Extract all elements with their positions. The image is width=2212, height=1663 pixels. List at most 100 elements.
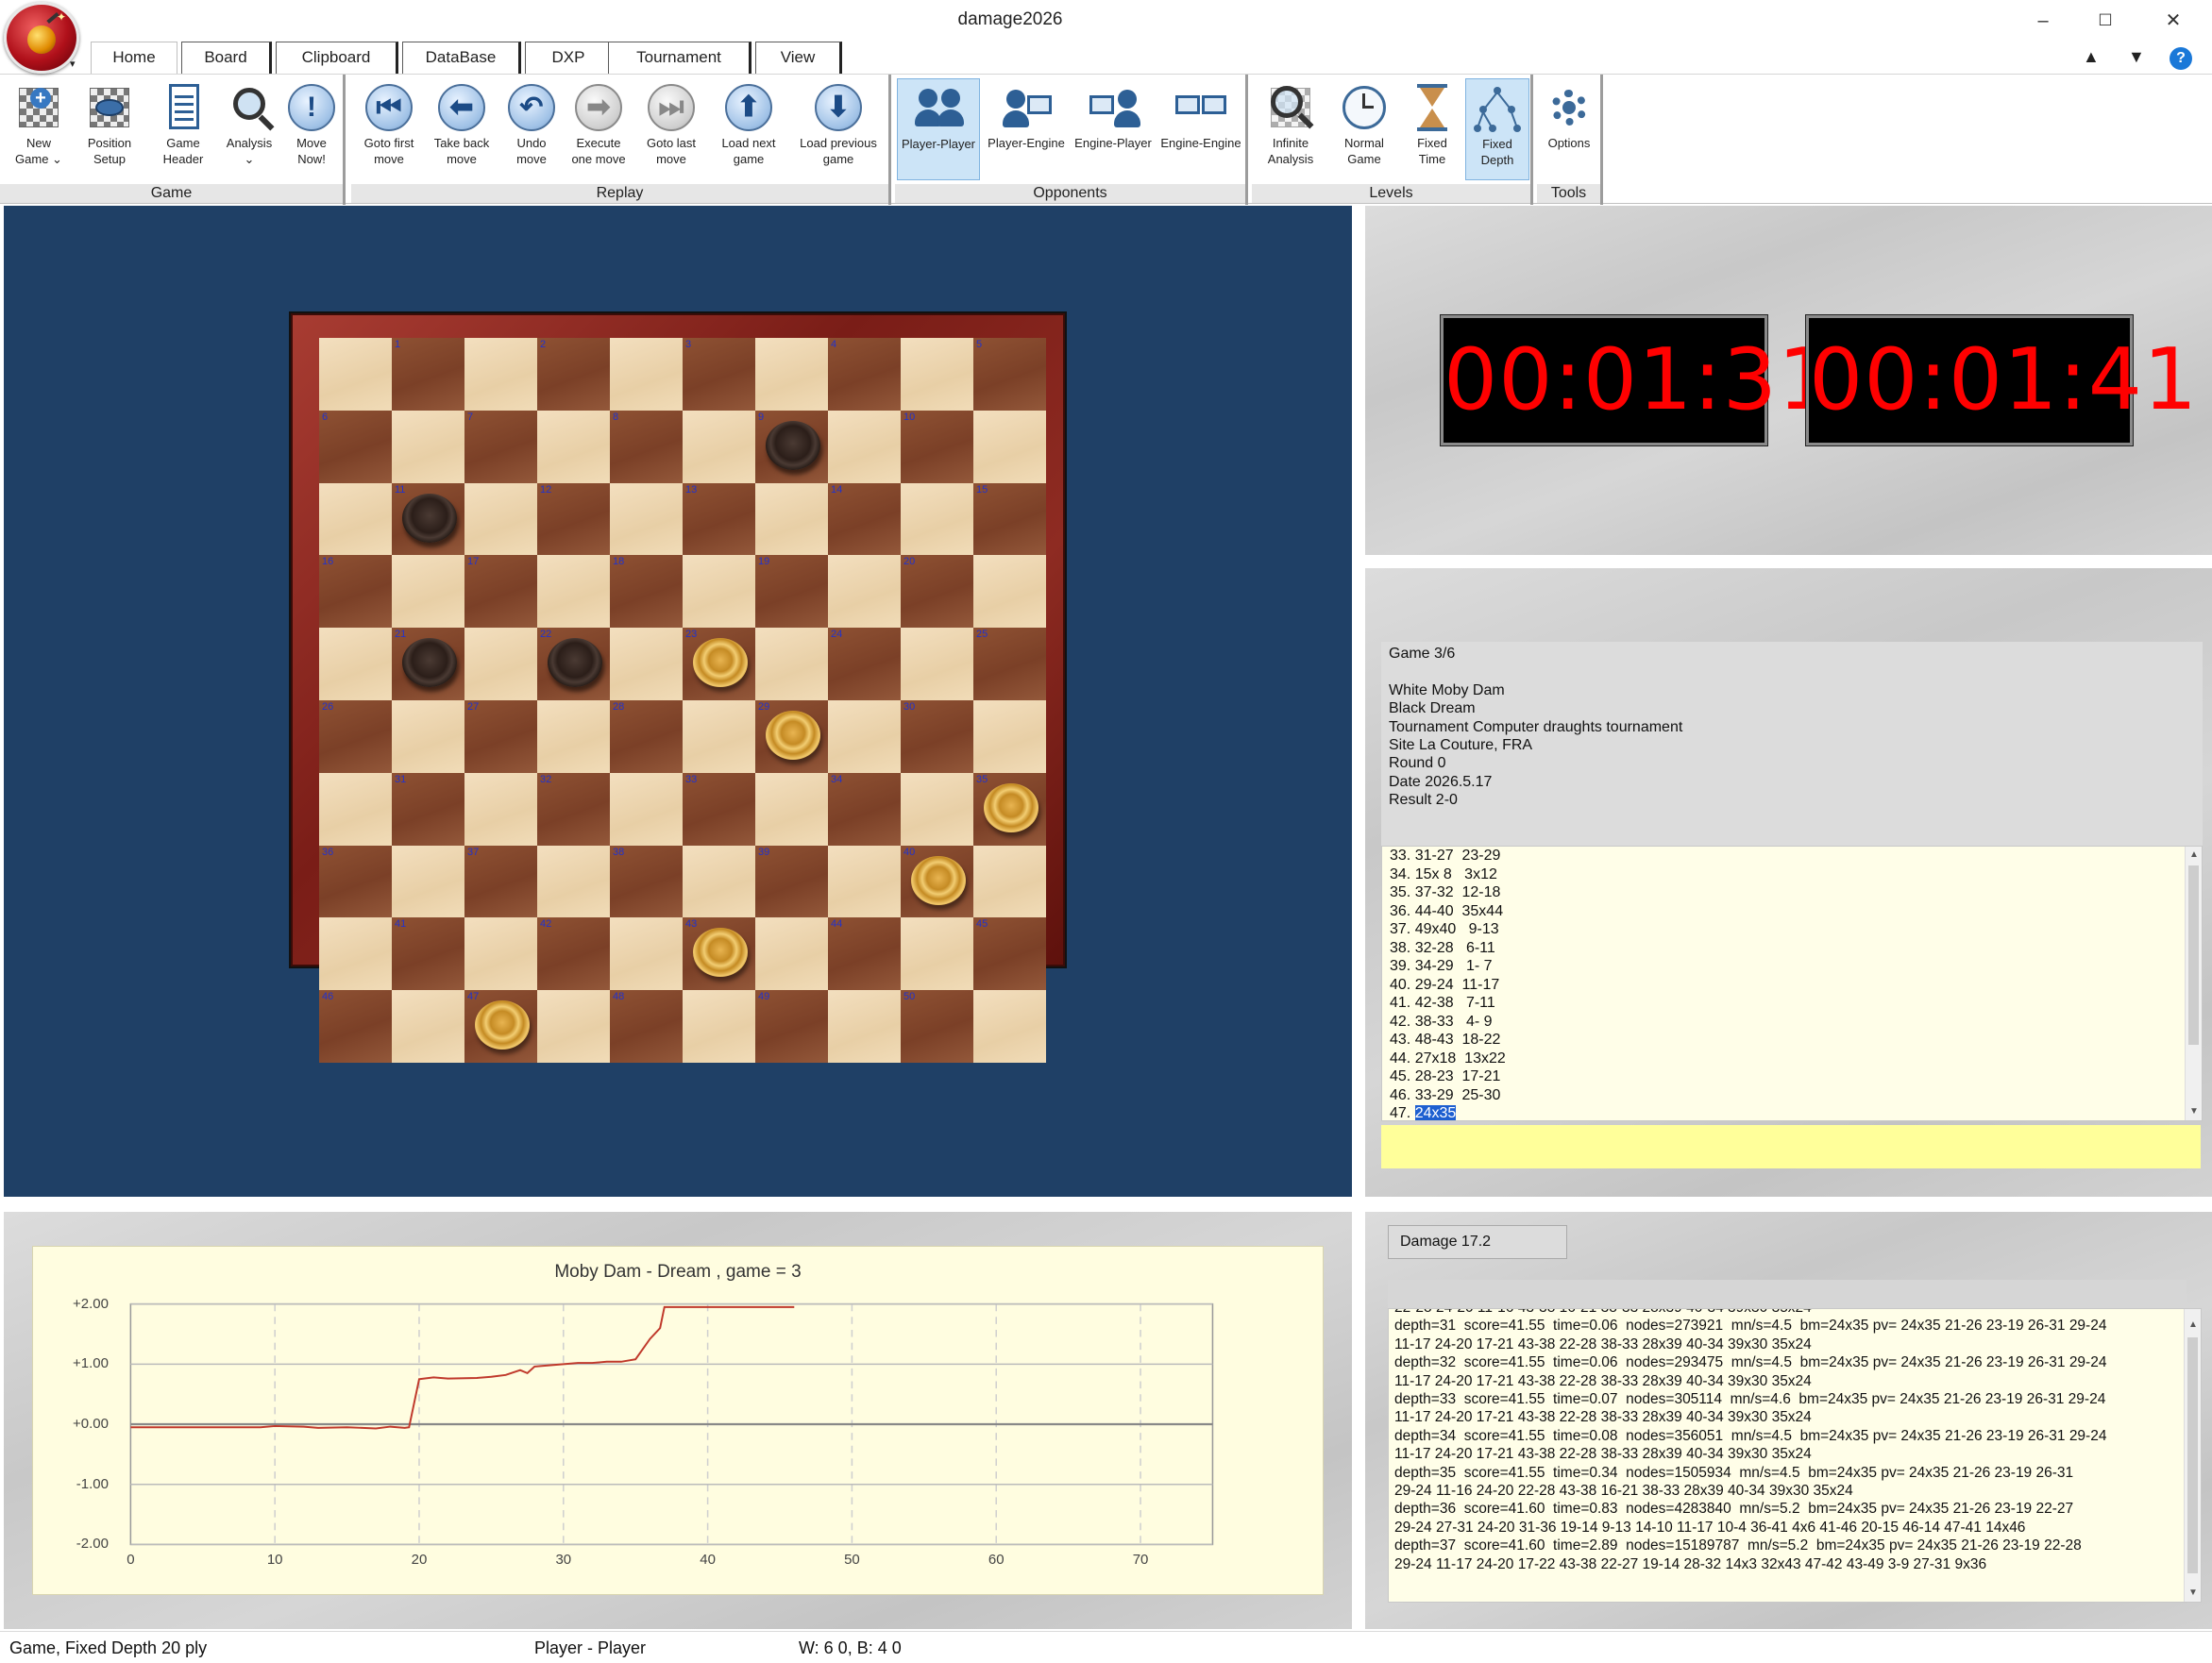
square-40[interactable]: 40 <box>901 845 973 918</box>
square-46[interactable]: 46 <box>319 990 392 1063</box>
square-16[interactable]: 16 <box>319 555 392 629</box>
square-49[interactable]: 49 <box>755 990 828 1063</box>
take-back-move-button[interactable]: ⬅ Take back move <box>427 78 497 180</box>
engine-engine-button[interactable]: Engine-Engine <box>1157 78 1244 180</box>
square-41[interactable]: 41 <box>392 917 464 991</box>
tab-board[interactable]: Board <box>181 42 272 74</box>
close-button[interactable]: ✕ <box>2139 0 2207 42</box>
move-line[interactable]: 37. 49x40 9-13 <box>1390 920 2194 939</box>
square-20[interactable]: 20 <box>901 555 973 629</box>
undo-move-button[interactable]: ↶ Undo move <box>500 78 563 180</box>
help-button[interactable]: ? <box>2170 47 2192 70</box>
white-piece[interactable] <box>693 928 748 978</box>
square-26[interactable]: 26 <box>319 700 392 773</box>
square-32[interactable]: 32 <box>537 772 610 846</box>
square-47[interactable]: 47 <box>464 990 537 1063</box>
square-31[interactable]: 31 <box>392 772 464 846</box>
square-17[interactable]: 17 <box>464 555 537 629</box>
square-23[interactable]: 23 <box>683 628 755 700</box>
new-game-button[interactable]: + New Game ⌄ <box>4 78 74 180</box>
move-list-scrollbar[interactable]: ▲ ▼ <box>2185 847 2202 1120</box>
square-28[interactable]: 28 <box>610 700 683 773</box>
tab-tournament[interactable]: Tournament <box>608 42 751 74</box>
square-9[interactable]: 9 <box>755 410 828 483</box>
square-2[interactable]: 2 <box>537 338 610 411</box>
draughts-board[interactable]: 1 2 3 4 5 6 7 8 9 10 11 12 13 14 15 16 17 18 19 20 21 22 23 24 2… <box>319 338 1046 1063</box>
move-line[interactable]: 36. 44-40 35x44 <box>1390 902 2194 921</box>
square-7[interactable]: 7 <box>464 410 537 483</box>
tab-clipboard[interactable]: Clipboard <box>276 42 398 74</box>
square-30[interactable]: 30 <box>901 700 973 773</box>
square-11[interactable]: 11 <box>392 482 464 556</box>
normal-game-button[interactable]: Normal Game <box>1329 78 1399 180</box>
square-1[interactable]: 1 <box>392 338 464 411</box>
black-piece[interactable] <box>402 493 457 543</box>
white-piece[interactable] <box>475 1000 530 1050</box>
square-12[interactable]: 12 <box>537 482 610 556</box>
square-15[interactable]: 15 <box>973 482 1046 556</box>
white-piece[interactable] <box>984 782 1038 832</box>
player-engine-button[interactable]: Player-Engine <box>984 78 1069 180</box>
square-19[interactable]: 19 <box>755 555 828 629</box>
square-39[interactable]: 39 <box>755 845 828 918</box>
move-line[interactable]: 45. 28-23 17-21 <box>1390 1067 2194 1086</box>
square-38[interactable]: 38 <box>610 845 683 918</box>
ribbon-collapse-button[interactable]: ▲ <box>2083 47 2100 67</box>
move-line[interactable]: 41. 42-38 7-11 <box>1390 994 2194 1013</box>
analysis-button[interactable]: Analysis ⌄ <box>219 78 279 180</box>
square-21[interactable]: 21 <box>392 628 464 700</box>
square-48[interactable]: 48 <box>610 990 683 1063</box>
square-8[interactable]: 8 <box>610 410 683 483</box>
square-22[interactable]: 22 <box>537 628 610 700</box>
ribbon-options-button[interactable]: ▼ <box>2128 47 2145 67</box>
square-33[interactable]: 33 <box>683 772 755 846</box>
move-line[interactable]: 42. 38-33 4- 9 <box>1390 1013 2194 1032</box>
move-line[interactable]: 44. 27x18 13x22 <box>1390 1050 2194 1068</box>
tab-database[interactable]: DataBase <box>402 42 521 74</box>
black-piece[interactable] <box>766 420 820 470</box>
square-24[interactable]: 24 <box>828 628 901 700</box>
scroll-thumb[interactable] <box>2187 1337 2198 1573</box>
square-42[interactable]: 42 <box>537 917 610 991</box>
move-line[interactable]: 43. 48-43 18-22 <box>1390 1031 2194 1050</box>
square-18[interactable]: 18 <box>610 555 683 629</box>
engine-player-button[interactable]: Engine-Player <box>1071 78 1156 180</box>
move-input[interactable] <box>1381 1125 2201 1168</box>
fixed-time-button[interactable]: Fixed Time <box>1401 78 1463 180</box>
fixed-depth-button[interactable]: Fixed Depth <box>1465 78 1529 180</box>
move-line[interactable]: 33. 31-27 23-29 <box>1390 847 2194 865</box>
tab-dxp[interactable]: DXP <box>525 42 614 74</box>
engine-scrollbar[interactable]: ▲ ▼ <box>2184 1309 2201 1602</box>
goto-last-move-button[interactable]: ⏭ Goto last move <box>638 78 704 180</box>
scroll-down-icon[interactable]: ▼ <box>2185 1585 2201 1602</box>
move-line[interactable]: 39. 34-29 1- 7 <box>1390 957 2194 976</box>
scroll-down-icon[interactable]: ▼ <box>2186 1103 2202 1120</box>
load-previous-game-button[interactable]: ⬇ Load previous game <box>793 78 884 180</box>
tab-home[interactable]: Home <box>91 42 177 74</box>
selected-move[interactable]: 24x35 <box>1414 1105 1457 1120</box>
options-button[interactable]: Options <box>1539 78 1599 180</box>
square-34[interactable]: 34 <box>828 772 901 846</box>
square-25[interactable]: 25 <box>973 628 1046 700</box>
square-50[interactable]: 50 <box>901 990 973 1063</box>
square-45[interactable]: 45 <box>973 917 1046 991</box>
square-37[interactable]: 37 <box>464 845 537 918</box>
minimize-button[interactable]: – <box>2009 0 2077 42</box>
execute-one-move-button[interactable]: ➡ Execute one move <box>565 78 633 180</box>
square-10[interactable]: 10 <box>901 410 973 483</box>
square-6[interactable]: 6 <box>319 410 392 483</box>
move-list[interactable]: 33. 31-27 23-29 34. 15x 8 3x12 35. 37-32 1… <box>1381 846 2203 1121</box>
maximize-button[interactable]: ☐ <box>2071 0 2139 42</box>
tab-view[interactable]: View <box>755 42 842 74</box>
app-menu-button[interactable]: ✦ ▾ <box>4 2 79 74</box>
game-header-button[interactable]: Game Header <box>149 78 217 180</box>
black-piece[interactable] <box>402 638 457 688</box>
square-13[interactable]: 13 <box>683 482 755 556</box>
infinite-analysis-button[interactable]: Infinite Analysis <box>1256 78 1326 180</box>
goto-first-move-button[interactable]: ⏮ Goto first move <box>355 78 423 180</box>
load-next-game-button[interactable]: ⬆ Load next game <box>714 78 784 180</box>
square-36[interactable]: 36 <box>319 845 392 918</box>
move-line[interactable]: 40. 29-24 11-17 <box>1390 976 2194 995</box>
position-setup-button[interactable]: Position Setup <box>76 78 144 180</box>
square-29[interactable]: 29 <box>755 700 828 773</box>
